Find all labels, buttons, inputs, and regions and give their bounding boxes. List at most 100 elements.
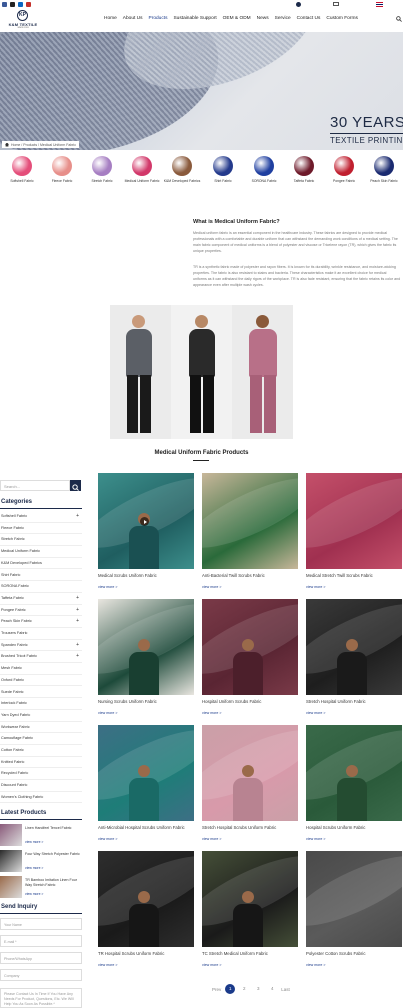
product-image[interactable] (202, 725, 298, 821)
sidebar-category-label[interactable]: Knitted Fabric (1, 760, 24, 764)
sidebar-category-label[interactable]: Women's Clothing Fabric (1, 795, 43, 799)
category-label[interactable]: Taffeta Fabric (282, 179, 326, 183)
category-item[interactable]: Stretch Fabric (80, 156, 124, 183)
sidebar-category-label[interactable]: Fleece Fabric (1, 526, 24, 530)
flag-uk-icon[interactable] (376, 2, 383, 7)
sidebar-category-label[interactable]: Suede Fabric (1, 690, 24, 694)
product-image[interactable] (98, 599, 194, 695)
product-name[interactable]: Stretch Hospital Uniform Fabric (306, 699, 402, 704)
sidebar-category-label[interactable]: Stretch Fabric (1, 537, 25, 541)
sidebar-search-button[interactable] (70, 480, 81, 491)
product-more-link[interactable]: view more > (306, 585, 402, 589)
sidebar-category-label[interactable]: Trousers Fabric (1, 631, 27, 635)
pagination-page[interactable]: 3 (253, 984, 263, 994)
nav-service[interactable]: Service (275, 16, 291, 24)
category-item[interactable]: SORONA Fabric (242, 156, 286, 183)
category-item[interactable]: Fleece Fabric (40, 156, 84, 183)
latest-product-image[interactable] (0, 824, 22, 846)
category-label[interactable]: Softshell Fabric (0, 179, 44, 183)
product-card[interactable]: Nursing Scrubs Uniform Fabric view more > (98, 599, 194, 715)
category-item[interactable]: Peach Skin Fabric (362, 156, 403, 183)
product-more-link[interactable]: view more > (202, 711, 298, 715)
product-more-link[interactable]: view more > (306, 837, 402, 841)
sidebar-category-item[interactable]: Knitted Fabric (0, 757, 82, 769)
sidebar-category-label[interactable]: Yarn Dyed Fabric (1, 713, 30, 717)
product-image[interactable] (306, 473, 402, 569)
product-more-link[interactable]: view more > (306, 963, 402, 967)
product-name[interactable]: TR Hospital Scrubs Uniform Fabric (98, 951, 194, 956)
pagination-page[interactable]: 4 (267, 984, 277, 994)
latest-product-more-link[interactable]: view more > (25, 840, 43, 844)
category-thumbnail[interactable] (172, 156, 192, 176)
sidebar-category-item[interactable]: Spandex Fabric + (0, 640, 82, 652)
product-image[interactable] (98, 725, 194, 821)
latest-product-name[interactable]: Four Way Stretch Polyester Fabric (25, 852, 82, 857)
sidebar-category-item[interactable]: Cotton Fabric (0, 745, 82, 757)
sidebar-category-item[interactable]: Yarn Dyed Fabric (0, 710, 82, 722)
sidebar-category-label[interactable]: Interlock Fabric (1, 701, 27, 705)
globe-icon[interactable] (296, 2, 301, 7)
category-item[interactable]: Shirt Fabric (201, 156, 245, 183)
category-thumbnail[interactable] (52, 156, 72, 176)
product-name[interactable]: TC Stretch Medical Uniform Fabric (202, 951, 298, 956)
category-item[interactable]: Medical Uniform Fabric (120, 156, 164, 183)
product-more-link[interactable]: view more > (98, 585, 194, 589)
category-thumbnail[interactable] (294, 156, 314, 176)
category-label[interactable]: Pongee Fabric (322, 179, 366, 183)
sidebar-category-item[interactable]: Taffeta Fabric + (0, 593, 82, 605)
expand-icon[interactable]: + (76, 607, 79, 613)
breadcrumb-text[interactable]: Home / Products / Medical Uniform Fabric (11, 143, 76, 147)
sidebar-category-label[interactable]: Peach Skin Fabric (1, 619, 32, 623)
sidebar-category-item[interactable]: Interlock Fabric (0, 698, 82, 710)
inquiry-phone-field[interactable]: Phone/WhatsApp (0, 952, 82, 964)
sidebar-category-label[interactable]: K&M Developed Fabrics (1, 561, 42, 565)
sidebar-category-item[interactable]: Discount Fabric (0, 780, 82, 792)
nav-contact-us[interactable]: Contact Us (297, 16, 321, 24)
product-image[interactable] (202, 599, 298, 695)
nav-oem-odm[interactable]: OEM & ODM (223, 16, 251, 24)
product-card[interactable]: TR Hospital Scrubs Uniform Fabric view mo… (98, 851, 194, 967)
product-more-link[interactable]: view more > (202, 585, 298, 589)
category-thumbnail[interactable] (254, 156, 274, 176)
expand-icon[interactable]: + (76, 595, 79, 601)
product-name[interactable]: Medical Scrubs Uniform Fabric (98, 573, 194, 578)
sidebar-category-label[interactable]: Medical Uniform Fabric (1, 549, 40, 553)
sidebar-category-label[interactable]: Camouflage Fabric (1, 736, 33, 740)
product-more-link[interactable]: view more > (98, 837, 194, 841)
sidebar-category-item[interactable]: Pongee Fabric + (0, 605, 82, 617)
category-thumbnail[interactable] (334, 156, 354, 176)
category-label[interactable]: Fleece Fabric (40, 179, 84, 183)
category-label[interactable]: Stretch Fabric (80, 179, 124, 183)
product-image[interactable] (306, 851, 402, 947)
sidebar-category-label[interactable]: Discount Fabric (1, 783, 27, 787)
category-label[interactable]: K&M Developed Fabrics (160, 179, 204, 183)
sidebar-category-item[interactable]: Oxford Fabric (0, 675, 82, 687)
sidebar-category-label[interactable]: Softshell Fabric (1, 514, 27, 518)
linkedin-icon[interactable] (18, 2, 23, 7)
product-more-link[interactable]: view more > (202, 837, 298, 841)
sidebar-category-item[interactable]: Brushed Tricot Fabric + (0, 651, 82, 664)
latest-product-more-link[interactable]: view more > (25, 892, 43, 896)
inquiry-company-field[interactable]: Company (0, 969, 82, 981)
inquiry-email-field[interactable]: E-mail * (0, 935, 82, 947)
nav-sustainable-support[interactable]: Sustainable Support (173, 16, 216, 24)
product-card[interactable]: TC Stretch Medical Uniform Fabric view mo… (202, 851, 298, 967)
sidebar-category-item[interactable]: Recycled Fabric (0, 768, 82, 781)
product-image[interactable] (202, 473, 298, 569)
category-thumbnail[interactable] (12, 156, 32, 176)
sidebar-category-item[interactable]: Camouflage Fabric (0, 733, 82, 745)
sidebar-category-label[interactable]: Mesh Fabric (1, 666, 22, 670)
product-image[interactable] (306, 725, 402, 821)
sidebar-category-label[interactable]: Workwear Fabric (1, 725, 30, 729)
sidebar-category-item[interactable]: Stretch Fabric (0, 534, 82, 547)
product-name[interactable]: Anti-Microbial Hospital Scrubs Uniform F… (98, 825, 194, 830)
sidebar-category-item[interactable]: Peach Skin Fabric + (0, 616, 82, 628)
category-thumbnail[interactable] (213, 156, 233, 176)
category-item[interactable]: Pongee Fabric (322, 156, 366, 183)
product-image[interactable] (98, 851, 194, 947)
nav-about-us[interactable]: About Us (123, 16, 143, 24)
sidebar-category-item[interactable]: Mesh Fabric (0, 663, 82, 675)
product-more-link[interactable]: view more > (98, 963, 194, 967)
sidebar-category-item[interactable]: Fleece Fabric (0, 523, 82, 535)
expand-icon[interactable]: + (76, 653, 79, 659)
